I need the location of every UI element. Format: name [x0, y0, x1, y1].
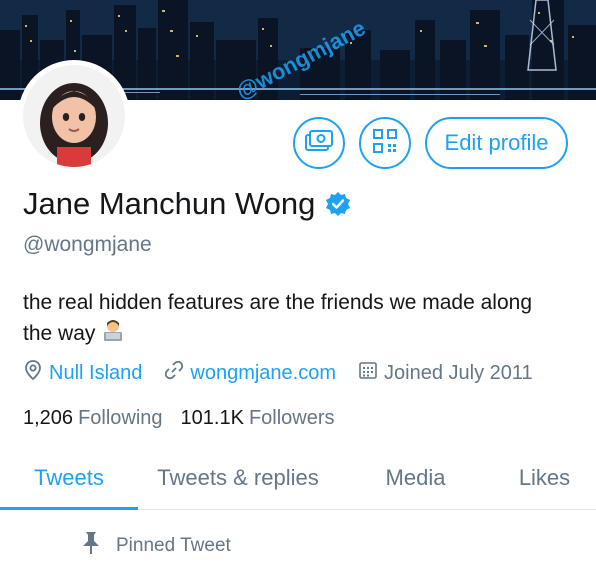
- tab-tweets[interactable]: Tweets: [0, 448, 138, 510]
- profile-handle: @wongmjane: [23, 233, 152, 256]
- verified-badge-icon: [325, 191, 351, 217]
- qr-code-icon: [373, 128, 397, 158]
- pinned-tweet-header: Pinned Tweet: [80, 531, 231, 561]
- following-stat[interactable]: 1,206 Following: [23, 407, 163, 430]
- joined-text: Joined July 2011: [384, 361, 533, 384]
- tab-likes[interactable]: Likes: [493, 448, 596, 508]
- tab-media[interactable]: Media: [338, 448, 493, 508]
- bio-text: the real hidden features are the friends…: [23, 291, 532, 346]
- profile-tabs: Tweets Tweets & replies Media Likes: [0, 448, 596, 510]
- edit-profile-button[interactable]: Edit profile: [425, 117, 568, 169]
- qr-code-button[interactable]: [359, 117, 411, 169]
- pin-icon: [80, 531, 116, 561]
- location-item[interactable]: Null Island: [23, 360, 142, 386]
- followers-count: 101.1K: [180, 407, 244, 429]
- location-pin-icon: [23, 360, 49, 386]
- money-camera-button[interactable]: [293, 117, 345, 169]
- profile-name: Jane Manchun Wong: [23, 186, 316, 221]
- profile-name-row: Jane Manchun Wong: [23, 186, 351, 222]
- technologist-emoji-icon: [101, 318, 125, 351]
- website-link[interactable]: wongmjane.com: [190, 362, 336, 385]
- link-icon: [164, 360, 190, 386]
- followers-label: Followers: [248, 407, 335, 429]
- profile-avatar[interactable]: [18, 60, 130, 172]
- money-camera-icon: [305, 129, 333, 157]
- profile-bio: the real hidden features are the friends…: [23, 288, 563, 351]
- calendar-icon: [358, 360, 384, 386]
- follow-stats: 1,206 Following 101.1K Followers: [23, 407, 353, 430]
- pinned-tweet-label: Pinned Tweet: [116, 535, 231, 556]
- profile-meta: Null Island wongmjane.com Joined July 20…: [23, 360, 555, 386]
- following-label: Following: [78, 407, 163, 429]
- tab-tweets-replies[interactable]: Tweets & replies: [138, 448, 338, 508]
- following-count: 1,206: [23, 407, 74, 429]
- website-item[interactable]: wongmjane.com: [164, 360, 336, 386]
- followers-stat[interactable]: 101.1K Followers: [181, 407, 335, 430]
- joined-item: Joined July 2011: [358, 360, 533, 386]
- location-text[interactable]: Null Island: [49, 362, 142, 385]
